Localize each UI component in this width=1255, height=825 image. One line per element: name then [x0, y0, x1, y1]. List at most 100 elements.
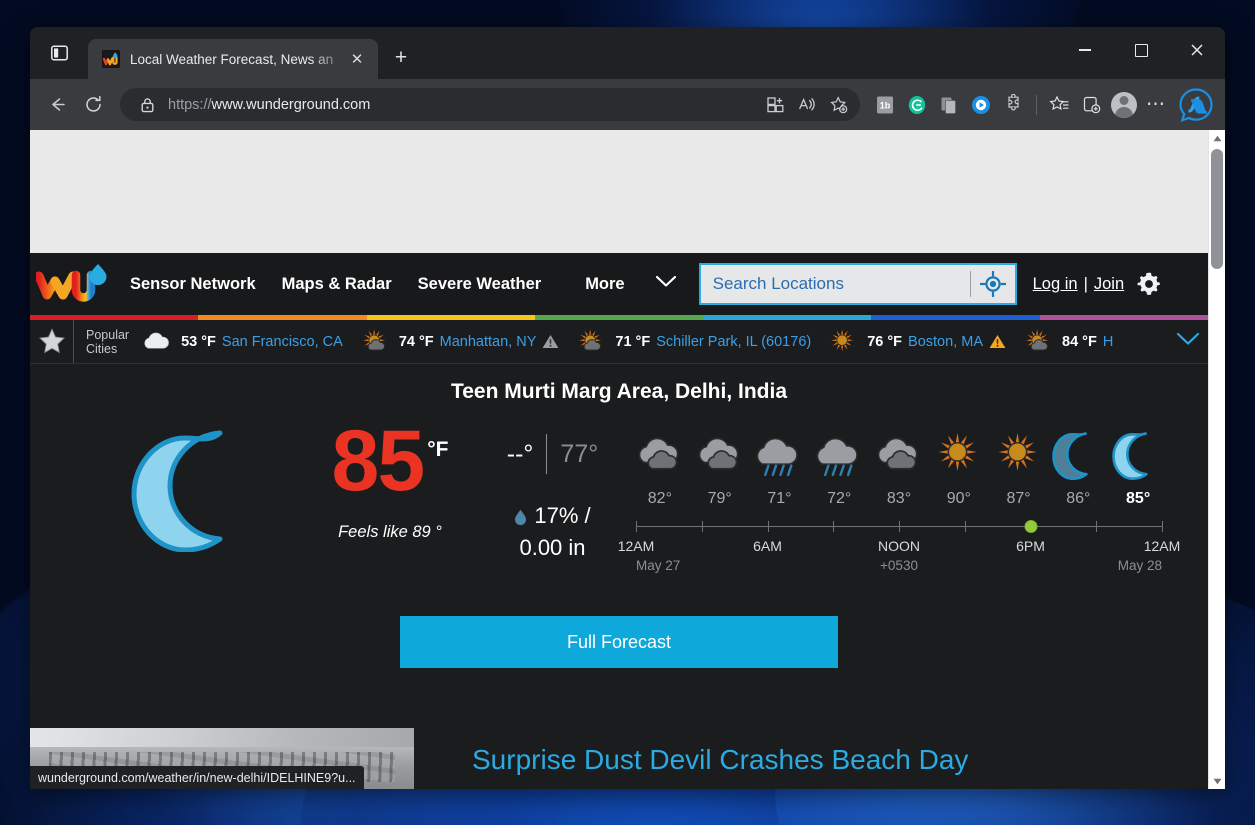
city-name[interactable]: San Francisco, CA — [222, 334, 343, 350]
temperature-unit: °F — [427, 438, 448, 461]
omnibox-actions — [760, 90, 854, 120]
hourly-item: 83° — [869, 424, 929, 508]
split-screen-icon[interactable] — [760, 90, 790, 120]
read-aloud-icon[interactable] — [792, 90, 822, 120]
join-link[interactable]: Join — [1094, 275, 1124, 294]
page-title: Teen Murti Marg Area, Delhi, India — [30, 380, 1208, 404]
mostly-cloudy-icon — [690, 424, 750, 486]
minimize-button[interactable] — [1057, 27, 1113, 73]
toolbar-divider — [1036, 95, 1037, 115]
severity-color-bar — [30, 315, 1208, 320]
condition-icon-column — [70, 418, 305, 557]
maximize-button[interactable] — [1113, 27, 1169, 73]
popular-cities-label: Popular Cities — [74, 328, 139, 356]
raindrop-icon — [514, 503, 527, 520]
web-page: Sensor Network Maps & Radar Severe Weath… — [30, 130, 1208, 789]
popular-cities-bar: Popular Cities 53 °FSan Francisco, CA74 … — [30, 320, 1208, 364]
color-bar-segment-5 — [871, 315, 1039, 320]
hourly-temperature: 85° — [1108, 490, 1168, 508]
chevron-down-icon[interactable] — [655, 275, 677, 293]
puzzle-extension-icon[interactable] — [998, 90, 1028, 120]
site-nav-links: Sensor Network Maps & Radar Severe Weath… — [130, 275, 541, 294]
hourly-temperature: 82° — [630, 490, 690, 508]
feels-like: Feels like 89 ° — [305, 523, 475, 542]
timeline-dates: May 27 +0530 May 28 — [636, 558, 1162, 576]
news-headline[interactable]: Surprise Dust Devil Crashes Beach Day — [472, 744, 968, 776]
settings-more-icon[interactable]: ⋯ — [1141, 90, 1171, 120]
precip-amount: 0.00 in — [475, 532, 630, 564]
login-link[interactable]: Log in — [1033, 275, 1078, 294]
city-temperature: 71 °F — [615, 334, 650, 350]
site-info-lock-icon[interactable] — [136, 97, 158, 113]
browser-essentials-icon[interactable] — [1077, 90, 1107, 120]
favorites-star-icon[interactable] — [30, 320, 74, 364]
auth-links: Log in | Join — [1033, 275, 1125, 294]
city-name[interactable]: Manhattan, NY — [440, 334, 537, 350]
city-name[interactable]: H — [1103, 334, 1113, 350]
address-bar[interactable]: https://www.wunderground.com — [120, 88, 860, 121]
back-icon[interactable] — [40, 88, 74, 122]
color-bar-segment-2 — [367, 315, 535, 320]
site-header: Sensor Network Maps & Radar Severe Weath… — [30, 253, 1208, 315]
browser-toolbar: https://www.wunderground.com 1b — [30, 79, 1225, 130]
timeline-tick — [1096, 521, 1097, 532]
honey-extension-icon[interactable]: 1b — [870, 90, 900, 120]
timezone-label: +0530 — [880, 558, 918, 573]
city-name[interactable]: Boston, MA — [908, 334, 983, 350]
url-text[interactable]: https://www.wunderground.com — [168, 97, 760, 113]
timeline-label: 12AM — [618, 538, 655, 554]
new-tab-button[interactable]: + — [384, 41, 418, 75]
city-item[interactable]: 74 °FManhattan, NY — [357, 327, 574, 357]
copilot-icon[interactable] — [1177, 86, 1215, 124]
clear-night-icon — [1108, 424, 1168, 486]
collections-star-icon[interactable] — [1045, 90, 1075, 120]
search-input[interactable]: Search Locations — [699, 263, 1017, 305]
nav-more-group[interactable]: More — [585, 275, 676, 294]
timeline-tick — [636, 521, 637, 532]
city-item[interactable]: 76 °F Boston, MA — [825, 327, 1020, 357]
city-item[interactable]: 53 °FSan Francisco, CA — [139, 327, 357, 357]
high-low-row: --° 77° — [475, 434, 630, 474]
nav-more-label[interactable]: More — [585, 275, 624, 294]
add-to-favorites-icon[interactable] — [824, 90, 854, 120]
ad-placeholder — [30, 130, 1208, 253]
scroll-up-icon[interactable] — [1209, 130, 1225, 147]
refresh-icon[interactable] — [76, 88, 110, 122]
alert-warning-icon[interactable] — [542, 334, 559, 349]
nav-maps-radar[interactable]: Maps & Radar — [282, 275, 392, 294]
page-scrollbar[interactable] — [1208, 130, 1225, 789]
current-location-icon[interactable] — [971, 271, 1015, 297]
hourly-item: 87° — [989, 424, 1049, 508]
city-name[interactable]: Schiller Park, IL (60176) — [656, 334, 811, 350]
scrollbar-thumb[interactable] — [1211, 149, 1223, 269]
city-item[interactable]: 71 °F Schiller Park, IL (60176) — [573, 327, 825, 357]
cloudy-icon — [139, 327, 175, 357]
scroll-down-icon[interactable] — [1209, 773, 1225, 789]
gear-icon[interactable] — [1136, 271, 1162, 297]
current-temperature: 85 — [332, 422, 424, 501]
close-window-button[interactable] — [1169, 27, 1225, 73]
alert-warning-icon[interactable] — [989, 334, 1006, 349]
timeline-label: 6PM — [1016, 538, 1045, 554]
city-temperature: 76 °F — [867, 334, 902, 350]
nav-sensor-network[interactable]: Sensor Network — [130, 275, 256, 294]
timeline-tick — [899, 521, 900, 532]
tab-actions-icon[interactable] — [36, 34, 82, 72]
grammarly-extension-icon[interactable] — [902, 90, 932, 120]
cities-expand-chevron-down-icon[interactable] — [1176, 332, 1208, 351]
tab-close-icon[interactable]: ✕ — [344, 46, 370, 72]
partly-sunny-icon — [573, 327, 609, 357]
weather-underground-logo[interactable] — [36, 262, 114, 306]
copy-extension-icon[interactable] — [934, 90, 964, 120]
full-forecast-button[interactable]: Full Forecast — [400, 616, 838, 668]
browser-tab[interactable]: Local Weather Forecast, News an ✕ — [88, 39, 378, 79]
city-item[interactable]: 84 °F H — [1020, 327, 1127, 357]
nav-severe-weather[interactable]: Severe Weather — [418, 275, 542, 294]
city-temperature: 84 °F — [1062, 334, 1097, 350]
status-bar-url: wunderground.com/weather/in/new-delhi/ID… — [30, 766, 364, 789]
timeline-tick — [1162, 521, 1163, 532]
sunny-icon — [989, 424, 1049, 486]
temperature-column: 85°F Feels like 89 ° — [305, 418, 475, 542]
video-extension-icon[interactable] — [966, 90, 996, 120]
profile-avatar-icon[interactable] — [1109, 90, 1139, 120]
